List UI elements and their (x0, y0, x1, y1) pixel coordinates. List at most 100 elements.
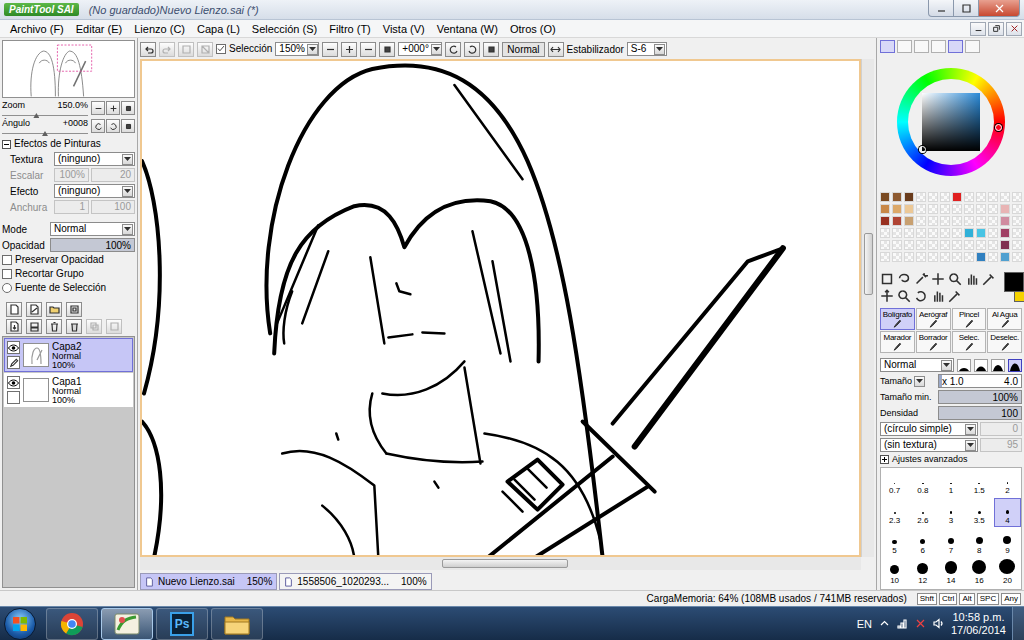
deselect-button[interactable] (178, 42, 194, 57)
color-swatch[interactable] (952, 240, 962, 250)
increase-button[interactable] (106, 119, 120, 133)
close-button[interactable] (978, 0, 1020, 17)
clear-layer-button[interactable] (46, 319, 62, 334)
maximize-button[interactable] (953, 0, 979, 17)
color-swatch[interactable] (940, 240, 950, 250)
edit-target-toggle[interactable] (7, 356, 20, 369)
effect-field[interactable]: 100% (54, 168, 89, 182)
color-swatch[interactable] (976, 216, 986, 226)
rotate-right-button[interactable] (464, 42, 480, 57)
color-swatch[interactable] (880, 228, 890, 238)
zoom-out-button[interactable] (322, 42, 338, 57)
color-swatch[interactable] (1012, 216, 1022, 226)
zoom-select[interactable]: 150% (275, 42, 319, 56)
slider-thumb[interactable] (33, 113, 39, 118)
menu-item[interactable]: Otros (O) (504, 23, 562, 35)
color-swatch[interactable] (976, 204, 986, 214)
color-swatch[interactable] (916, 204, 926, 214)
radio-button[interactable] (2, 283, 12, 293)
decrease-button[interactable] (91, 119, 105, 133)
color-swatch[interactable] (916, 192, 926, 202)
brush-tool[interactable]: Marador (880, 331, 915, 353)
color-swatch[interactable] (904, 204, 914, 214)
menu-item[interactable]: Filtro (T) (323, 23, 377, 35)
color-swatch[interactable] (1000, 216, 1010, 226)
color-mode-icon[interactable] (965, 40, 980, 53)
color-swatch[interactable] (1000, 252, 1010, 262)
visibility-toggle[interactable] (7, 341, 20, 354)
dropdown-button[interactable] (122, 186, 133, 197)
layer-options-button[interactable] (66, 302, 82, 317)
color-swatch[interactable] (928, 228, 938, 238)
brush-tool[interactable]: Bolígrafo (880, 308, 915, 330)
color-swatch[interactable] (928, 252, 938, 262)
radio-option[interactable]: Fuente de Selección (2, 282, 135, 294)
opacity-slider[interactable]: 100% (50, 238, 135, 252)
taskbar-app[interactable] (101, 608, 153, 640)
undo-button[interactable] (140, 42, 156, 57)
dropdown-button[interactable] (941, 360, 952, 371)
saturation-value-square[interactable] (922, 93, 980, 151)
color-swatch[interactable] (988, 204, 998, 214)
brush-tool[interactable]: Selec. (952, 331, 987, 353)
color-swatch[interactable] (928, 216, 938, 226)
brush-size-preset[interactable]: 20 (994, 558, 1021, 587)
increase-button[interactable] (106, 101, 120, 115)
color-swatch[interactable] (916, 216, 926, 226)
clock[interactable]: 10:58 p.m.17/06/2014 (951, 611, 1006, 637)
color-swatch[interactable] (988, 252, 998, 262)
brush-tip-button[interactable] (974, 359, 988, 372)
horizontal-scrollbar[interactable] (140, 557, 861, 570)
brush-size-preset[interactable]: 14 (937, 558, 964, 587)
color-swatch[interactable] (940, 252, 950, 262)
checkbox-option[interactable]: Recortar Grupo (2, 268, 135, 280)
document-restore-button[interactable] (988, 22, 1004, 36)
angle-select[interactable]: +000° (398, 42, 442, 56)
blend-mode-select[interactable]: Normal (50, 222, 135, 236)
size-slider[interactable]: x 1.04.0 (938, 374, 1022, 388)
brush-size-preset[interactable]: 2.3 (881, 498, 908, 527)
effect-amount-field[interactable]: 100 (91, 200, 135, 214)
dropdown-button[interactable] (654, 44, 665, 55)
taskbar-app[interactable]: Ps (156, 608, 208, 640)
color-swatch[interactable] (892, 192, 902, 202)
rotate-reset-button[interactable] (483, 42, 499, 57)
color-swatch[interactable] (988, 216, 998, 226)
color-swatch[interactable] (1000, 240, 1010, 250)
canvas[interactable] (140, 59, 861, 557)
color-swatch[interactable] (940, 192, 950, 202)
brush-tool[interactable]: Borrador (916, 331, 951, 353)
color-mode-icon[interactable] (897, 40, 912, 53)
brush-tip-button[interactable] (991, 359, 1005, 372)
color-swatch[interactable] (964, 228, 974, 238)
color-swatch[interactable] (952, 204, 962, 214)
control-slider[interactable] (2, 129, 88, 134)
document-minimize-button[interactable] (970, 22, 986, 36)
color-swatch[interactable] (988, 192, 998, 202)
dropdown-button[interactable] (122, 224, 133, 235)
color-swatch[interactable] (892, 252, 902, 262)
color-swatch[interactable] (880, 216, 890, 226)
canvas-tab[interactable]: Nuevo Lienzo.sai150% (140, 573, 277, 590)
color-swatch[interactable] (1000, 192, 1010, 202)
brush-size-preset[interactable]: 9 (994, 528, 1021, 557)
start-button[interactable] (4, 608, 36, 640)
color-swatch[interactable] (964, 240, 974, 250)
color-swatch[interactable] (1000, 228, 1010, 238)
scroll-thumb[interactable] (442, 559, 568, 568)
delete-layer-button[interactable] (66, 319, 82, 334)
zoom-in-button[interactable] (341, 42, 357, 57)
brush-size-preset[interactable]: 2.6 (909, 498, 936, 527)
hue-wheel[interactable] (897, 68, 1005, 176)
brush-shape-select[interactable]: (círculo simple) (880, 422, 978, 436)
brush-tip-button[interactable] (957, 359, 971, 372)
color-mode-icon[interactable] (880, 40, 895, 53)
color-mode-icon[interactable] (948, 40, 963, 53)
rotate-left-button[interactable] (445, 42, 461, 57)
menu-item[interactable]: Capa (L) (191, 23, 246, 35)
copy-layer-button[interactable] (86, 319, 102, 334)
effect-field[interactable]: 1 (54, 200, 89, 214)
canvas-tab[interactable]: 1558506_1020293...100% (279, 573, 431, 590)
brush-size-preset[interactable]: 5 (881, 528, 908, 557)
color-swatch[interactable] (976, 228, 986, 238)
